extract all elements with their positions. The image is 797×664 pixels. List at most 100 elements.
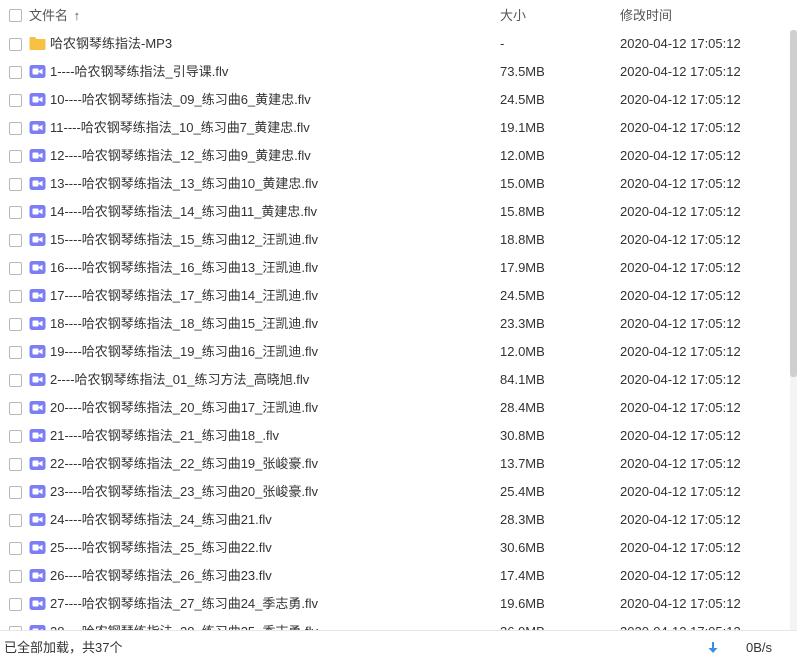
file-name[interactable]: 15----哈农钢琴练指法_15_练习曲12_汪凯迪.flv: [50, 232, 318, 248]
file-name[interactable]: 16----哈农钢琴练指法_16_练习曲13_汪凯迪.flv: [50, 260, 318, 276]
file-modified-time: 2020-04-12 17:05:12: [620, 288, 741, 303]
file-size: 23.3MB: [500, 316, 545, 331]
file-modified-time: 2020-04-12 17:05:12: [620, 36, 741, 51]
file-row[interactable]: 20----哈农钢琴练指法_20_练习曲17_汪凯迪.flv 28.4MB 2020…: [0, 394, 790, 422]
row-checkbox[interactable]: [9, 234, 22, 247]
row-checkbox[interactable]: [9, 318, 22, 331]
file-name[interactable]: 20----哈农钢琴练指法_20_练习曲17_汪凯迪.flv: [50, 400, 318, 416]
file-row[interactable]: 1----哈农钢琴练指法_引导课.flv 73.5MB 2020-04-12 17:…: [0, 58, 790, 86]
file-row[interactable]: 21----哈农钢琴练指法_21_练习曲18_.flv 30.8MB 2020-04…: [0, 422, 790, 450]
file-name[interactable]: 2----哈农钢琴练指法_01_练习方法_高晓旭.flv: [50, 372, 309, 388]
file-row[interactable]: 27----哈农钢琴练指法_27_练习曲24_季志勇.flv 19.6MB 2020…: [0, 590, 790, 618]
file-name[interactable]: 26----哈农钢琴练指法_26_练习曲23.flv: [50, 568, 272, 584]
file-row[interactable]: 23----哈农钢琴练指法_23_练习曲20_张峻豪.flv 25.4MB 2020…: [0, 478, 790, 506]
file-row[interactable]: 13----哈农钢琴练指法_13_练习曲10_黄建忠.flv 15.0MB 2020…: [0, 170, 790, 198]
row-checkbox[interactable]: [9, 570, 22, 583]
file-name[interactable]: 22----哈农钢琴练指法_22_练习曲19_张峻豪.flv: [50, 456, 318, 472]
row-checkbox[interactable]: [9, 458, 22, 471]
file-row[interactable]: 12----哈农钢琴练指法_12_练习曲9_黄建忠.flv 12.0MB 2020-…: [0, 142, 790, 170]
video-file-icon: [29, 65, 46, 78]
row-checkbox[interactable]: [9, 402, 22, 415]
file-row[interactable]: 17----哈农钢琴练指法_17_练习曲14_汪凯迪.flv 24.5MB 2020…: [0, 282, 790, 310]
row-checkbox[interactable]: [9, 430, 22, 443]
column-header-filename[interactable]: 文件名 ↑: [29, 8, 80, 24]
vertical-scrollbar[interactable]: [790, 30, 797, 630]
file-row[interactable]: 19----哈农钢琴练指法_19_练习曲16_汪凯迪.flv 12.0MB 2020…: [0, 338, 790, 366]
file-modified-time: 2020-04-12 17:05:12: [620, 232, 741, 247]
file-row[interactable]: 25----哈农钢琴练指法_25_练习曲22.flv 30.6MB 2020-04-…: [0, 534, 790, 562]
file-name[interactable]: 24----哈农钢琴练指法_24_练习曲21.flv: [50, 512, 272, 528]
file-name[interactable]: 哈农钢琴练指法-MP3: [50, 36, 172, 52]
file-size: 25.4MB: [500, 484, 545, 499]
row-checkbox[interactable]: [9, 38, 22, 51]
file-row[interactable]: 28----哈农钢琴练指法_28_练习曲25_季志勇.flv36.9MB2020…: [0, 618, 790, 630]
select-all-checkbox[interactable]: [9, 9, 22, 22]
file-row[interactable]: 15----哈农钢琴练指法_15_练习曲12_汪凯迪.flv 18.8MB 2020…: [0, 226, 790, 254]
download-arrow-icon[interactable]: [707, 641, 719, 655]
file-name[interactable]: 14----哈农钢琴练指法_14_练习曲11_黄建忠.flv: [50, 204, 317, 220]
scrollbar-thumb[interactable]: [790, 30, 797, 377]
file-name[interactable]: 12----哈农钢琴练指法_12_练习曲9_黄建忠.flv: [50, 148, 311, 164]
file-name[interactable]: 21----哈农钢琴练指法_21_练习曲18_.flv: [50, 428, 279, 444]
file-name[interactable]: 10----哈农钢琴练指法_09_练习曲6_黄建忠.flv: [50, 92, 311, 108]
file-row[interactable]: 26----哈农钢琴练指法_26_练习曲23.flv 17.4MB 2020-04-…: [0, 562, 790, 590]
row-checkbox[interactable]: [9, 290, 22, 303]
video-file-icon: [29, 233, 46, 246]
row-checkbox[interactable]: [9, 542, 22, 555]
row-checkbox[interactable]: [9, 122, 22, 135]
file-size: 28.4MB: [500, 400, 545, 415]
file-size: 19.6MB: [500, 596, 545, 611]
file-name[interactable]: 19----哈农钢琴练指法_19_练习曲16_汪凯迪.flv: [50, 344, 318, 360]
video-file-icon: [29, 541, 46, 554]
file-modified-time: 2020-04-12 17:05:12: [620, 540, 741, 555]
video-file-icon: [29, 261, 46, 274]
row-checkbox[interactable]: [9, 66, 22, 79]
file-row[interactable]: 18----哈农钢琴练指法_18_练习曲15_汪凯迪.flv 23.3MB 2020…: [0, 310, 790, 338]
file-size: 30.8MB: [500, 428, 545, 443]
row-checkbox[interactable]: [9, 374, 22, 387]
file-row[interactable]: 2----哈农钢琴练指法_01_练习方法_高晓旭.flv 84.1MB 2020-0…: [0, 366, 790, 394]
file-row[interactable]: 24----哈农钢琴练指法_24_练习曲21.flv 28.3MB 2020-04-…: [0, 506, 790, 534]
row-checkbox[interactable]: [9, 150, 22, 163]
row-checkbox[interactable]: [9, 598, 22, 611]
file-row[interactable]: 16----哈农钢琴练指法_16_练习曲13_汪凯迪.flv 17.9MB 2020…: [0, 254, 790, 282]
file-name[interactable]: 17----哈农钢琴练指法_17_练习曲14_汪凯迪.flv: [50, 288, 318, 304]
file-name[interactable]: 13----哈农钢琴练指法_13_练习曲10_黄建忠.flv: [50, 176, 318, 192]
row-checkbox[interactable]: [9, 262, 22, 275]
file-size: 17.4MB: [500, 568, 545, 583]
video-file-icon: [29, 401, 46, 414]
file-name[interactable]: 23----哈农钢琴练指法_23_练习曲20_张峻豪.flv: [50, 484, 318, 500]
file-name[interactable]: 25----哈农钢琴练指法_25_练习曲22.flv: [50, 540, 272, 556]
file-modified-time: 2020-04-12 17:05:12: [620, 148, 741, 163]
row-checkbox[interactable]: [9, 486, 22, 499]
file-name[interactable]: 18----哈农钢琴练指法_18_练习曲15_汪凯迪.flv: [50, 316, 318, 332]
folder-row[interactable]: 哈农钢琴练指法-MP3 - 2020-04-12 17:05:12: [0, 30, 790, 58]
file-size: 15.0MB: [500, 176, 545, 191]
video-file-icon: [29, 121, 46, 134]
file-row[interactable]: 22----哈农钢琴练指法_22_练习曲19_张峻豪.flv 13.7MB 2020…: [0, 450, 790, 478]
file-modified-time: 2020-04-12 17:05:12: [620, 596, 741, 611]
file-modified-time: 2020-04-12 17:05:12: [620, 176, 741, 191]
row-checkbox[interactable]: [9, 206, 22, 219]
row-checkbox[interactable]: [9, 94, 22, 107]
file-name[interactable]: 1----哈农钢琴练指法_引导课.flv: [50, 64, 228, 80]
row-checkbox[interactable]: [9, 346, 22, 359]
video-file-icon: [29, 345, 46, 358]
file-row[interactable]: 14----哈农钢琴练指法_14_练习曲11_黄建忠.flv 15.8MB 2020…: [0, 198, 790, 226]
file-size: 28.3MB: [500, 512, 545, 527]
file-name[interactable]: 27----哈农钢琴练指法_27_练习曲24_季志勇.flv: [50, 596, 318, 612]
file-size: 12.0MB: [500, 148, 545, 163]
row-checkbox[interactable]: [9, 514, 22, 527]
video-file-icon: [29, 177, 46, 190]
file-name[interactable]: 11----哈农钢琴练指法_10_练习曲7_黄建忠.flv: [50, 120, 310, 136]
column-header-modified[interactable]: 修改时间: [620, 8, 672, 24]
file-row[interactable]: 10----哈农钢琴练指法_09_练习曲6_黄建忠.flv 24.5MB 2020-…: [0, 86, 790, 114]
video-file-icon: [29, 289, 46, 302]
file-modified-time: 2020-04-12 17:05:12: [620, 64, 741, 79]
file-modified-time: 2020-04-12 17:05:12: [620, 512, 741, 527]
video-file-icon: [29, 93, 46, 106]
row-checkbox[interactable]: [9, 178, 22, 191]
file-row[interactable]: 11----哈农钢琴练指法_10_练习曲7_黄建忠.flv 19.1MB 2020-…: [0, 114, 790, 142]
column-header-size[interactable]: 大小: [500, 8, 526, 24]
file-size: 30.6MB: [500, 540, 545, 555]
